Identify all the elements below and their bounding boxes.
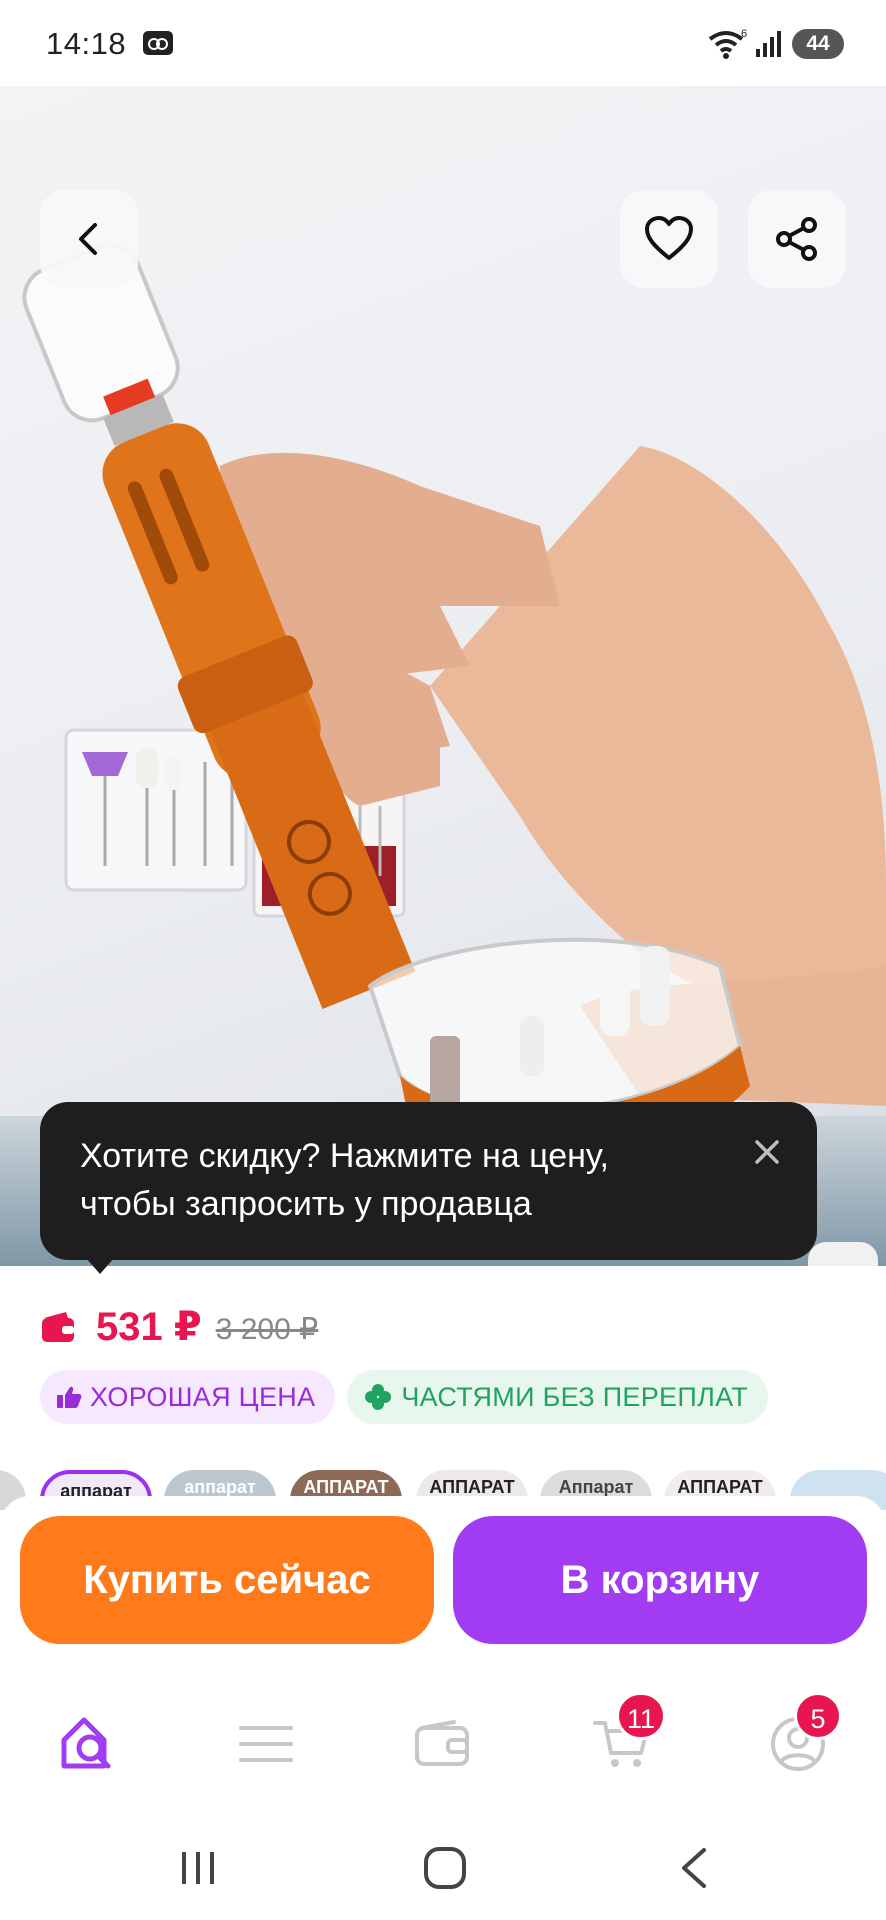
back-button[interactable] [40,190,138,288]
home-search-icon [61,1717,111,1769]
bottom-nav: 11 5 [0,1656,886,1816]
nav-wallet[interactable] [392,1704,492,1784]
nav-home-search[interactable] [40,1704,140,1784]
nav-cart[interactable]: 11 [572,1692,672,1784]
clover-icon [365,1384,392,1410]
chevron-left-icon [79,223,97,255]
system-navigation-bar [0,1816,886,1920]
product-image[interactable] [0,86,886,1266]
screen: 14:18 6 44 Хотите скидку? Нажмите на цен… [0,0,886,1920]
home-square-icon [424,1847,466,1889]
system-back-button[interactable] [654,1836,734,1900]
add-to-cart-button[interactable]: В корзину [453,1516,867,1644]
profile-count-badge: 5 [794,1692,842,1740]
wifi-icon: 6 [708,28,747,59]
nav-catalog[interactable] [216,1704,316,1784]
battery-indicator: 44 [792,29,844,59]
tooltip-text: Хотите скидку? Нажмите на цену, чтобы за… [80,1137,609,1223]
cart-count-badge: 11 [615,1692,666,1740]
price-row[interactable]: 531 ₽ 3 200 ₽ [40,1302,318,1352]
status-time: 14:18 [46,26,127,61]
status-bar: 14:18 6 44 [0,0,886,86]
heart-icon [645,216,693,260]
wallet-icon [415,1720,469,1766]
partial-hidden-button[interactable] [808,1242,878,1266]
home-button[interactable] [405,1836,485,1900]
close-icon[interactable] [747,1132,787,1172]
menu-icon [239,1726,293,1762]
recent-apps-button[interactable] [158,1836,238,1900]
good-price-label: ХОРОШАЯ ЦЕНА [90,1381,316,1412]
wifi-superscript: 6 [741,28,747,40]
installments-badge[interactable]: ЧАСТЯМИ БЕЗ ПЕРЕПЛАТ [347,1370,769,1424]
recent-apps-icon [182,1852,214,1884]
buy-now-button[interactable]: Купить сейчас [20,1516,434,1644]
badges-row: ХОРОШАЯ ЦЕНА ЧАСТЯМИ БЕЗ ПЕРЕПЛАТ [40,1370,769,1424]
share-button[interactable] [748,190,846,288]
purchase-actions: Купить сейчас В корзину [0,1496,886,1656]
installments-label: ЧАСТЯМИ БЕЗ ПЕРЕПЛАТ [401,1381,749,1412]
wallet-icon [42,1312,74,1342]
good-price-badge[interactable]: ХОРОШАЯ ЦЕНА [40,1370,336,1424]
price-current[interactable]: 531 ₽ [96,1304,202,1350]
voicemail-icon [143,31,173,55]
share-icon [776,217,817,261]
thumbs-up-icon [57,1386,82,1408]
chevron-left-icon [682,1848,706,1888]
nav-profile[interactable]: 5 [748,1692,848,1784]
favorite-button[interactable] [620,190,718,288]
signal-icon [756,31,781,57]
discount-tooltip: Хотите скидку? Нажмите на цену, чтобы за… [40,1102,817,1274]
price-old: 3 200 ₽ [215,1312,319,1346]
